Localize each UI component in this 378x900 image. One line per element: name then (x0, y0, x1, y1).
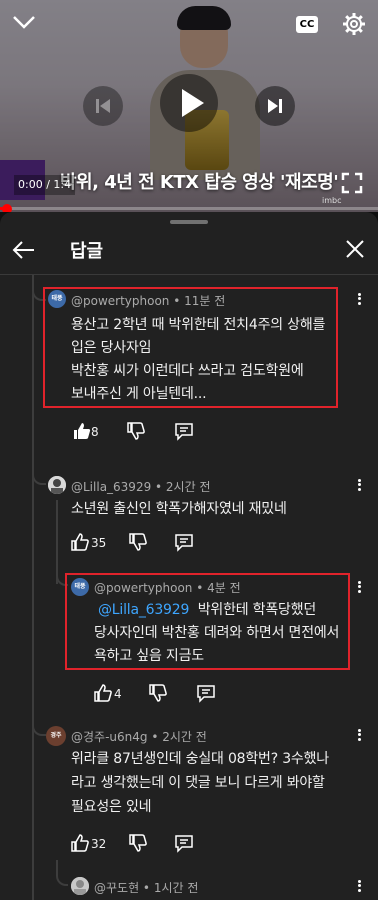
back-arrow-icon[interactable] (10, 236, 38, 264)
captions-button[interactable]: CC (296, 16, 318, 33)
thread-connector (56, 860, 68, 886)
dislike-icon[interactable] (128, 833, 148, 853)
progress-bar[interactable] (0, 207, 378, 210)
more-options-icon[interactable] (351, 727, 367, 745)
highlight-box (43, 287, 338, 408)
comment-author-time[interactable]: @Lilla_63929 • 2시간 전 (71, 478, 211, 495)
more-options-icon[interactable] (351, 878, 367, 896)
comment-text-line: 소년원 출신인 학폭가해자였네 재밌네 (71, 501, 287, 517)
drag-handle[interactable] (170, 220, 208, 224)
dislike-icon[interactable] (126, 421, 146, 441)
channel-watermark: imbc (322, 196, 342, 205)
more-options-icon[interactable] (351, 579, 367, 597)
avatar[interactable]: 경주 (46, 726, 66, 746)
avatar[interactable] (48, 476, 66, 494)
time-display: 0:00 / 1:4 (14, 175, 76, 195)
comment-text-line: 필요성은 있네 (71, 799, 152, 815)
like-count: 8 (91, 425, 99, 439)
reply-icon[interactable] (196, 683, 216, 703)
thread-line (32, 275, 34, 900)
dislike-icon[interactable] (148, 683, 168, 703)
play-icon (182, 89, 204, 117)
play-button[interactable] (160, 74, 218, 132)
sheet-title: 답글 (70, 241, 104, 262)
like-icon[interactable] (70, 833, 90, 853)
thread-connector (32, 455, 46, 485)
avatar[interactable] (71, 877, 89, 895)
highlight-box (65, 573, 350, 670)
comment-author-time[interactable]: @꾸도현 • 1시간 전 (94, 879, 198, 896)
like-count: 4 (114, 687, 122, 701)
like-icon[interactable] (70, 532, 90, 552)
skip-previous-icon (96, 99, 110, 113)
avatar-photo (48, 476, 66, 494)
fullscreen-icon[interactable] (340, 171, 364, 195)
like-count: 32 (91, 837, 107, 851)
video-caption: 박위, 4년 전 KTX 탑승 영상 '재조명' (60, 172, 339, 193)
next-button[interactable] (255, 86, 295, 126)
progress-scrubber[interactable] (2, 204, 12, 212)
avatar-photo (71, 877, 89, 895)
more-options-icon[interactable] (351, 477, 367, 495)
gear-icon[interactable] (342, 12, 366, 36)
dislike-icon[interactable] (128, 532, 148, 552)
reply-icon[interactable] (174, 833, 194, 853)
comment-text-line: 라고 생각했는데 이 댓글 보니 다르게 봐야할 (71, 775, 325, 791)
like-icon[interactable] (72, 421, 92, 441)
like-icon[interactable] (93, 683, 113, 703)
video-player[interactable]: CC 박위, 4년 전 KTX 탑승 영상 '재조명' 0:00 / 1:4 i… (0, 0, 378, 212)
skip-next-icon (268, 99, 282, 113)
comment-text-line: 위라클 87년생인데 숭실대 08학번? 3수했나 (71, 751, 329, 767)
thread-connector (32, 700, 46, 736)
comment-author-time[interactable]: @경주-u6n4g • 2시간 전 (71, 728, 207, 745)
more-options-icon[interactable] (351, 291, 367, 309)
chevron-down-icon[interactable] (10, 12, 38, 32)
reply-icon[interactable] (174, 421, 194, 441)
close-icon[interactable] (342, 236, 368, 262)
header-divider (0, 274, 378, 275)
reply-icon[interactable] (174, 532, 194, 552)
like-count: 35 (91, 536, 107, 550)
previous-button[interactable] (83, 86, 123, 126)
avatar-label: 경주 (50, 732, 62, 739)
